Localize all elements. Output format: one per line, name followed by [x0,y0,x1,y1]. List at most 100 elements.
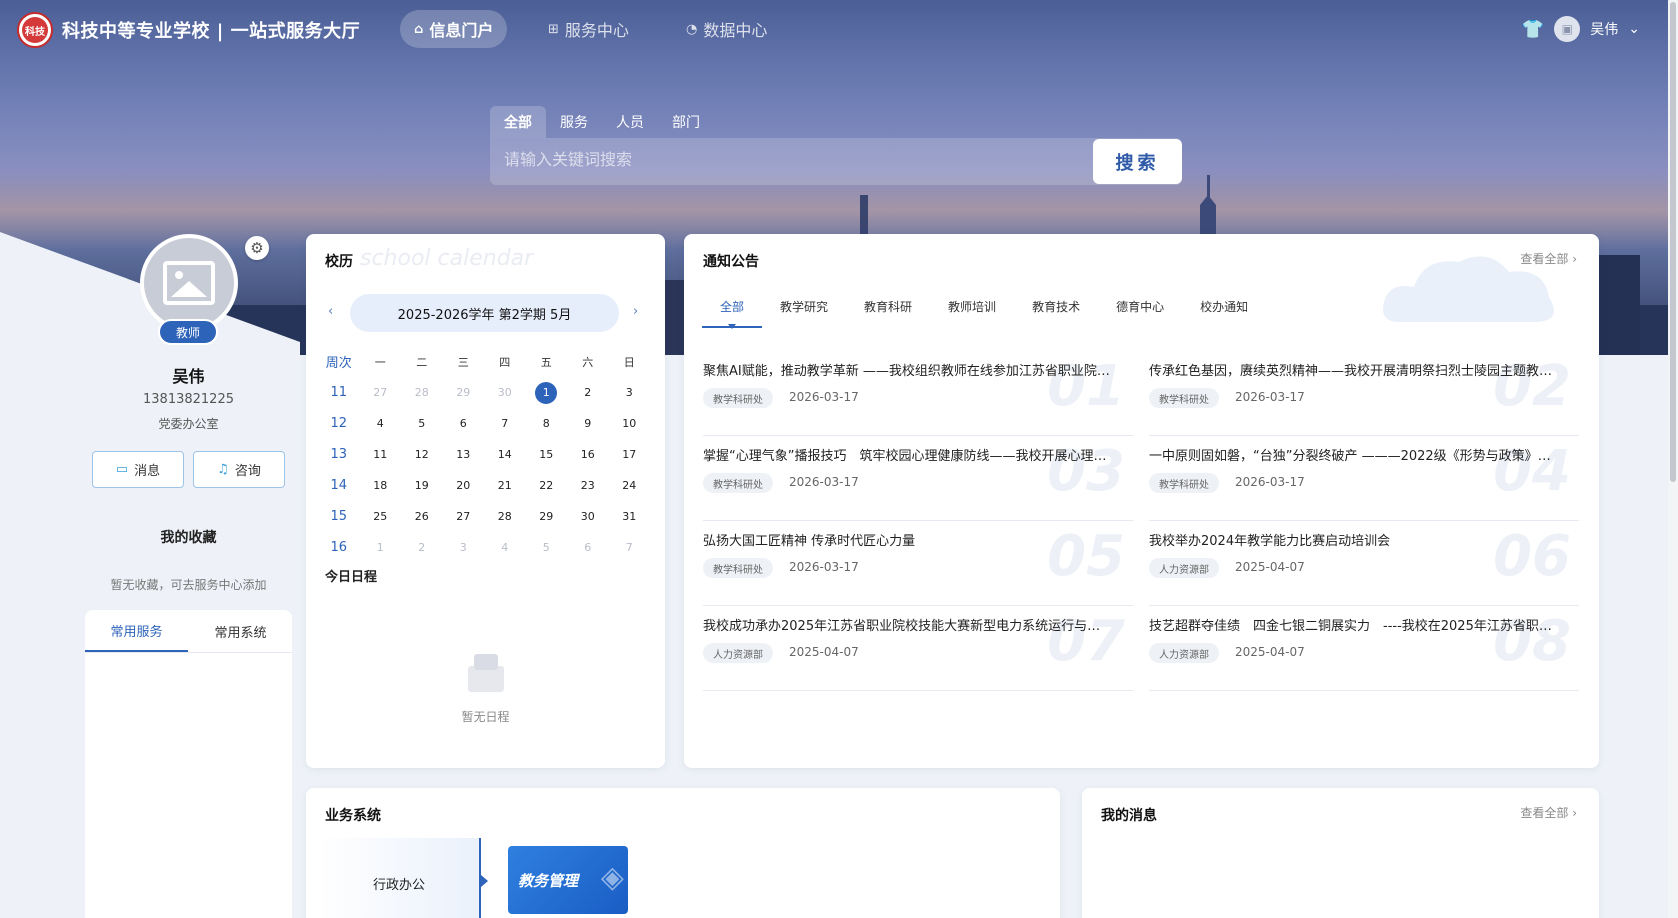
calendar-day[interactable]: 9 [567,417,609,430]
calendar-day[interactable]: 22 [526,479,568,492]
calendar-day[interactable]: 28 [484,510,526,523]
calendar-day[interactable]: 28 [401,386,443,399]
page-scrollbar[interactable] [1668,0,1678,918]
calendar-day[interactable]: 12 [401,448,443,461]
search-tab-service[interactable]: 服务 [546,106,602,138]
tab-common-systems[interactable]: 常用系统 [189,610,292,652]
news-item[interactable]: 04 一中原则固如磐，“台独”分裂终破产 ———2022级《形势与政策》专题教育课… [1149,435,1579,521]
calendar-day[interactable]: 6 [567,541,609,554]
grid-icon: ⊞ [548,21,559,37]
calendar-day[interactable]: 8 [526,417,568,430]
news-title[interactable]: 技艺超群夺佳绩 四金七银二铜展实力 ----我校在2025年江苏省职业院校技能大… [1149,615,1559,634]
calendar-day[interactable]: 3 [443,541,485,554]
calendar-day[interactable]: 21 [484,479,526,492]
calendar-day[interactable]: 31 [609,510,651,523]
news-item[interactable]: 05 弘扬大国工匠精神 传承时代匠心力量 教学科研处 2026-03-17 [703,520,1133,606]
calendar-day[interactable]: 23 [567,479,609,492]
calendar-day[interactable]: 4 [484,541,526,554]
calendar-day[interactable]: 30 [484,386,526,399]
news-item[interactable]: 02 传承红色基因，赓续英烈精神——我校开展清明祭扫烈士陵园主题教育活动 教学科研处… [1149,350,1579,436]
news-item[interactable]: 01聚焦AI赋能，推动教学革新 ——我校组织教师在线参加江苏省职业院校信息化教学… [703,350,1133,436]
news-title[interactable]: 我校成功承办2025年江苏省职业院校技能大赛新型电力系统运行与维护赛项 [703,615,1113,634]
calendar-day[interactable]: 29 [526,510,568,523]
chevron-left-icon[interactable]: ‹ [328,304,333,319]
calendar-day[interactable]: 1 [526,381,568,404]
news-title[interactable]: 我校举办2024年教学能力比赛启动培训会 [1149,530,1559,549]
news-title[interactable]: 聚焦AI赋能，推动教学革新 ——我校组织教师在线参加江苏省职业院校信息化教学能力… [703,360,1113,379]
search-input[interactable] [504,150,1064,169]
search-button[interactable]: 搜索 [1093,139,1182,184]
nav-data-center[interactable]: ◔ 数据中心 [672,10,781,48]
day-header: 四 [499,355,511,369]
see-all-link[interactable]: 查看全部 › [1520,250,1577,267]
user-name[interactable]: 吴伟 [1590,19,1618,39]
consult-button[interactable]: ♫ 咨询 [193,451,285,488]
notice-tab[interactable]: 德育中心 [1098,290,1182,322]
notice-tab[interactable]: 教育科研 [846,290,930,322]
calendar-day[interactable]: 16 [567,448,609,461]
calendar-day[interactable]: 3 [609,386,651,399]
news-item[interactable]: 03掌握“心理气象”播报技巧 筑牢校园心理健康防线——我校开展心理健康教育专题培… [703,435,1133,521]
calendar-day[interactable]: 29 [443,386,485,399]
calendar-day[interactable]: 25 [360,510,402,523]
news-title[interactable]: 一中原则固如磐，“台独”分裂终破产 ———2022级《形势与政策》专题教育课 [1149,445,1559,464]
tab-common-services[interactable]: 常用服务 [85,610,188,652]
notice-tab[interactable]: 教学研究 [762,290,846,322]
calendar-day[interactable]: 1 [360,541,402,554]
category-admin-office[interactable]: 行政办公 [318,838,480,918]
calendar-day[interactable]: 14 [484,448,526,461]
news-title[interactable]: 弘扬大国工匠精神 传承时代匠心力量 [703,530,1113,549]
chevron-down-icon[interactable]: ⌄ [1628,21,1640,37]
calendar-day[interactable]: 30 [567,510,609,523]
news-title[interactable]: 传承红色基因，赓续英烈精神——我校开展清明祭扫烈士陵园主题教育活动 [1149,360,1559,379]
shirt-icon[interactable]: 👕 [1522,19,1544,40]
academic-affairs-tile[interactable]: 教务管理 ◈ [508,846,628,914]
calendar-day[interactable]: 6 [443,417,485,430]
notice-tab[interactable]: 教师培训 [930,290,1014,322]
calendar-day[interactable]: 5 [401,417,443,430]
scrollbar-thumb[interactable] [1670,2,1676,482]
news-item[interactable]: 06 我校举办2024年教学能力比赛启动培训会 人力资源部 2025-04-07 [1149,520,1579,606]
search-tab-all[interactable]: 全部 [490,106,546,138]
settings-icon[interactable]: ⚙ [245,236,269,260]
calendar-day[interactable]: 20 [443,479,485,492]
calendar-day[interactable]: 4 [360,417,402,430]
chevron-right-icon[interactable]: › [633,304,638,319]
calendar-day[interactable]: 17 [609,448,651,461]
day-number: 2 [418,541,426,554]
calendar-week-row: 14 18 19 20 21 22 23 24 [318,470,654,501]
calendar-day[interactable]: 24 [609,479,651,492]
calendar-day[interactable]: 2 [401,541,443,554]
calendar-day[interactable]: 15 [526,448,568,461]
calendar-day[interactable]: 10 [609,417,651,430]
profile-avatar[interactable] [140,234,238,332]
day-header: 二 [416,355,428,369]
notice-tab[interactable]: 校办通知 [1182,290,1266,322]
news-title[interactable]: 掌握“心理气象”播报技巧 筑牢校园心理健康防线——我校开展心理健康教育专题培训 [703,445,1113,464]
nav-info-portal[interactable]: ⌂ 信息门户 [400,10,508,48]
user-avatar[interactable]: ▣ [1554,16,1581,42]
search-tab-dept[interactable]: 部门 [658,106,714,138]
calendar-day[interactable]: 2 [567,386,609,399]
calendar-day[interactable]: 5 [526,541,568,554]
calendar-day[interactable]: 27 [443,510,485,523]
calendar-day[interactable]: 7 [484,417,526,430]
notice-tab[interactable]: 教育技术 [1014,290,1098,322]
calendar-day[interactable]: 19 [401,479,443,492]
news-item[interactable]: 07 我校成功承办2025年江苏省职业院校技能大赛新型电力系统运行与维护赛项 人力资… [703,605,1133,691]
calendar-day[interactable]: 7 [609,541,651,554]
calendar-day[interactable]: 27 [360,386,402,399]
notice-title: 通知公告 [703,254,759,270]
calendar-day[interactable]: 26 [401,510,443,523]
nav-service-center[interactable]: ⊞ 服务中心 [534,10,643,48]
news-item[interactable]: 08技艺超群夺佳绩 四金七银二铜展实力 ----我校在2025年江苏省职业院校技… [1149,605,1579,691]
search-tab-people[interactable]: 人员 [602,106,658,138]
calendar-day[interactable]: 11 [360,448,402,461]
notice-tab[interactable]: 全部 [702,290,763,329]
messages-see-all-link[interactable]: 查看全部 › [1520,804,1577,821]
school-logo[interactable]: 科技 [17,12,53,48]
calendar-day[interactable]: 18 [360,479,402,492]
calendar-day[interactable]: 13 [443,448,485,461]
day-number: 10 [622,417,637,430]
message-button[interactable]: ▭ 消息 [92,451,184,488]
